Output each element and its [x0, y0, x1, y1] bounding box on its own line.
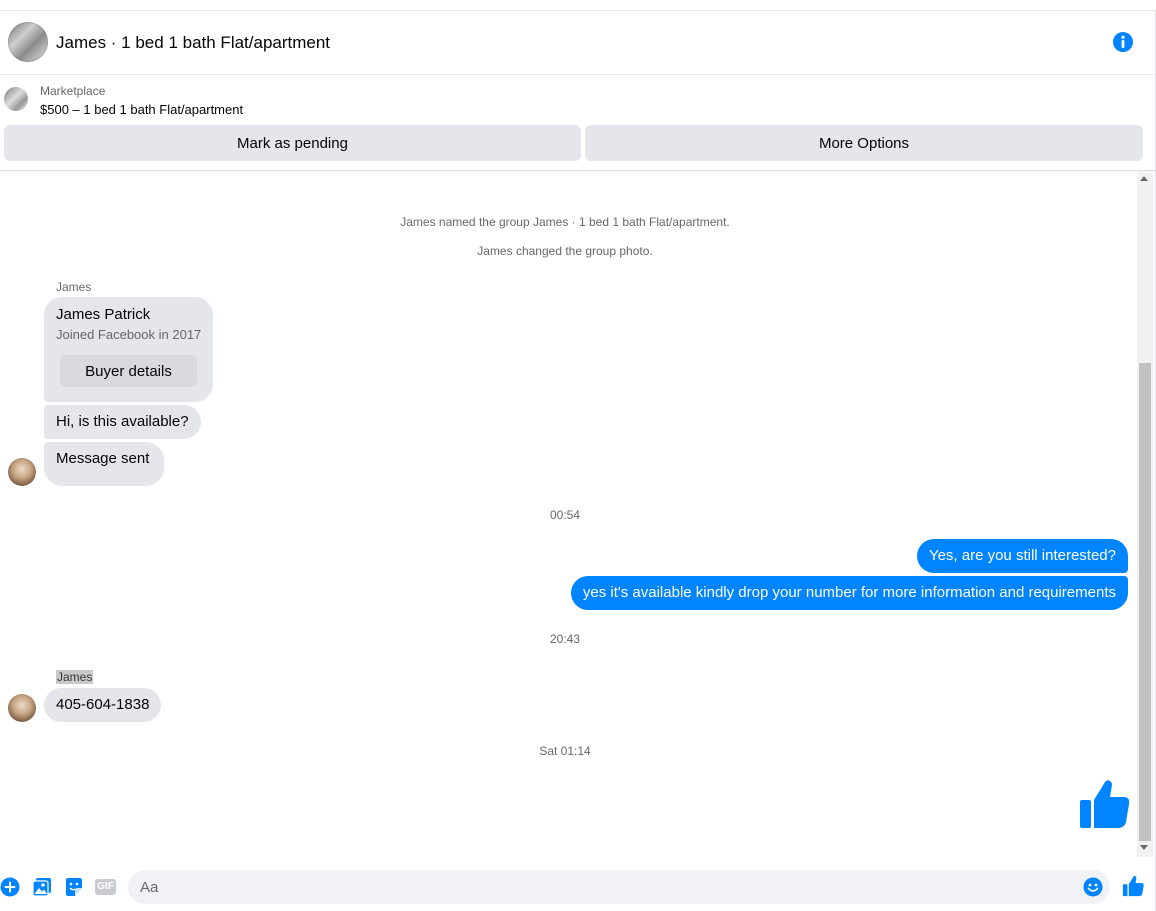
avatar[interactable] — [8, 458, 36, 486]
message-bubble-in[interactable]: Hi, is this available? — [44, 405, 201, 439]
scroll-up-arrow-icon[interactable] — [1140, 176, 1148, 181]
more-options-button[interactable]: More Options — [585, 125, 1143, 161]
emoji-icon[interactable] — [1083, 877, 1103, 897]
sender-name: James — [56, 670, 94, 684]
header-divider — [0, 170, 1155, 171]
buyer-name: James Patrick — [56, 306, 151, 323]
system-message-rename: James named the group James · 1 bed 1 ba… — [400, 215, 730, 229]
plus-icon[interactable] — [0, 877, 20, 897]
message-bubble-in[interactable]: 405-604-1838 — [44, 688, 162, 722]
group-photo[interactable] — [8, 22, 48, 62]
buyer-details-button[interactable]: Buyer details — [60, 355, 197, 387]
message-bubble-out[interactable]: yes it's available kindly drop your numb… — [570, 576, 1128, 610]
mark-as-pending-button[interactable]: Mark as pending — [4, 125, 581, 161]
listing-thumbnail[interactable] — [4, 87, 28, 111]
scrollbar-thumb[interactable] — [1139, 363, 1151, 841]
info-icon[interactable] — [1112, 31, 1134, 53]
sender-name: James — [56, 280, 92, 294]
chat-title[interactable]: James · 1 bed 1 bath Flat/apartment — [56, 33, 330, 53]
timestamp: 00:54 — [549, 508, 581, 522]
chat-header: James · 1 bed 1 bath Flat/apartment — [0, 11, 1155, 75]
avatar[interactable] — [8, 694, 36, 722]
message-bubble-in[interactable]: Message sent — [44, 442, 165, 486]
system-message-photo: James changed the group photo. — [477, 244, 653, 258]
sticker-icon[interactable] — [64, 877, 84, 897]
timestamp: Sat 01:14 — [539, 744, 591, 758]
like-icon[interactable] — [1122, 875, 1144, 897]
gif-icon[interactable]: GIF — [95, 879, 116, 895]
message-bubble-out[interactable]: Yes, are you still interested? — [916, 539, 1128, 573]
photo-icon[interactable] — [32, 877, 52, 897]
timestamp: 20:43 — [549, 632, 581, 646]
sender-name-highlighted: James — [56, 670, 94, 684]
message-input[interactable] — [128, 870, 1110, 904]
marketplace-label: Marketplace — [40, 84, 106, 98]
scroll-down-arrow-icon[interactable] — [1140, 845, 1148, 850]
listing-title[interactable]: $500 – 1 bed 1 bath Flat/apartment — [40, 102, 243, 117]
buyer-joined: Joined Facebook in 2017 — [56, 327, 202, 342]
thumbs-up-icon[interactable] — [1078, 778, 1130, 830]
